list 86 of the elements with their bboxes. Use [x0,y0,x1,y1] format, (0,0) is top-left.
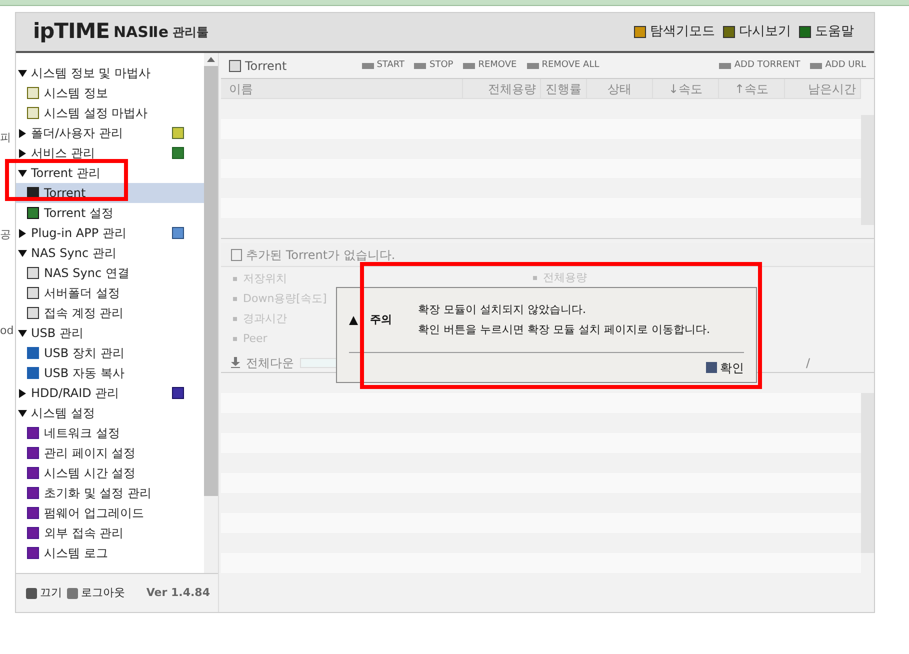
sidebar-item[interactable]: USB 장치 관리 [16,343,204,363]
toolbar-action[interactable]: REMOVE [463,58,517,72]
collapsed-arrow-icon[interactable] [19,148,26,158]
sidebar-item[interactable]: USB 자동 복사 [16,363,204,383]
collapsed-arrow-icon[interactable] [19,228,26,238]
group-badge-icon [172,147,184,159]
expanded-arrow-icon[interactable] [18,170,27,176]
toolbar-action[interactable]: ADD URL [810,58,866,72]
header-link[interactable]: 도움말 [799,22,854,42]
item-icon [27,207,39,219]
warning-icon [349,316,358,324]
sidebar-item[interactable]: 초기화 및 설정 관리 [16,483,204,503]
download-icon [231,357,240,368]
background-page-text: 피 [0,130,10,146]
sidebar-item[interactable]: 접속 계정 관리 [16,303,204,323]
sidebar-item[interactable]: 시스템 로그 [16,543,204,563]
sidebar-group[interactable]: 시스템 설정 [18,404,95,422]
dialog-message: 확인 버튼을 누르시면 확장 모듈 설치 페이지로 이동합니다. [418,322,710,338]
power-button[interactable]: 끄기 [26,584,62,602]
expanded-arrow-icon[interactable] [18,250,27,256]
background-page-text: 공 [0,226,10,242]
bullet-icon [233,317,237,321]
details-title: 추가된 Torrent가 없습니다. [246,246,396,264]
bullet-icon [233,277,237,281]
group-badge-icon [172,387,184,399]
item-icon [27,487,39,499]
collapsed-arrow-icon[interactable] [19,128,26,138]
bullet-icon [533,276,537,280]
sidebar-item[interactable]: 서버폴더 설정 [16,283,204,303]
item-icon [27,467,39,479]
toolbar-action[interactable]: REMOVE ALL [526,58,600,72]
expanded-arrow-icon[interactable] [18,410,27,416]
item-icon [27,307,39,319]
logo-text: ipTIME [33,18,110,46]
item-icon [27,287,39,299]
total-separator: / [806,354,810,372]
sidebar-item[interactable]: 시스템 설정 마법사 [16,103,204,123]
expanded-arrow-icon[interactable] [18,70,27,76]
sidebar-item[interactable]: 관리 페이지 설정 [16,443,204,463]
sidebar-group[interactable]: HDD/RAID 관리 [18,384,120,402]
header-link[interactable]: 다시보기 [723,22,791,42]
dialog-message: 확장 모듈이 설치되지 않았습니다. [418,302,587,318]
toolbar-action[interactable]: START [362,58,404,72]
item-icon [27,447,39,459]
group-badge-icon [172,127,184,139]
sidebar-group[interactable]: 서비스 관리 [18,144,95,162]
confirm-button[interactable]: 확인 [706,358,744,376]
logout-button[interactable]: 로그아웃 [67,584,125,602]
sidebar-item[interactable]: 외부 접속 관리 [16,523,204,543]
item-icon [27,267,39,279]
item-icon [27,347,39,359]
sidebar-group[interactable]: 폴더/사용자 관리 [18,124,123,142]
item-icon [27,107,39,119]
sidebar-group[interactable]: Torrent 관리 [18,164,101,182]
version-text: Ver 1.4.84 [146,584,210,601]
expanded-arrow-icon[interactable] [18,330,27,336]
model-text: NASⅡe [113,22,168,43]
toolbar-title: Torrent [245,58,287,74]
item-icon [27,547,39,559]
item-icon [27,87,39,99]
total-download-label: 전체다운 [246,354,294,372]
item-icon [27,507,39,519]
subtitle-text: 관리툴 [172,24,208,41]
sidebar-group[interactable]: NAS Sync 관리 [18,244,116,262]
collapsed-arrow-icon[interactable] [19,388,26,398]
scroll-up-icon[interactable] [207,57,215,62]
sidebar-item[interactable]: NAS Sync 연결 [16,263,204,283]
item-icon [27,367,39,379]
sidebar-item[interactable]: Torrent 설정 [16,203,204,223]
sidebar-group[interactable]: USB 관리 [18,324,84,342]
item-icon [27,527,39,539]
sidebar-item[interactable]: 시스템 정보 [16,83,204,103]
toolbar-action[interactable]: STOP [414,58,454,72]
sidebar-group[interactable]: 시스템 정보 및 마법사 [18,64,150,82]
sidebar-item[interactable]: 시스템 시간 설정 [16,463,204,483]
toolbar-action[interactable]: ADD TORRENT [719,58,800,72]
bullet-icon [233,337,237,341]
sidebar-item[interactable]: 네트워크 설정 [16,423,204,443]
group-badge-icon [172,227,184,239]
item-icon [27,427,39,439]
sidebar-group[interactable]: Plug-in APP 관리 [18,224,126,242]
sidebar-item[interactable]: 펌웨어 업그레이드 [16,503,204,523]
dialog-title: 주의 [370,312,393,328]
scrollbar[interactable] [204,53,218,573]
bullet-icon [233,297,237,301]
header-link[interactable]: 탐색기모드 [634,22,715,42]
